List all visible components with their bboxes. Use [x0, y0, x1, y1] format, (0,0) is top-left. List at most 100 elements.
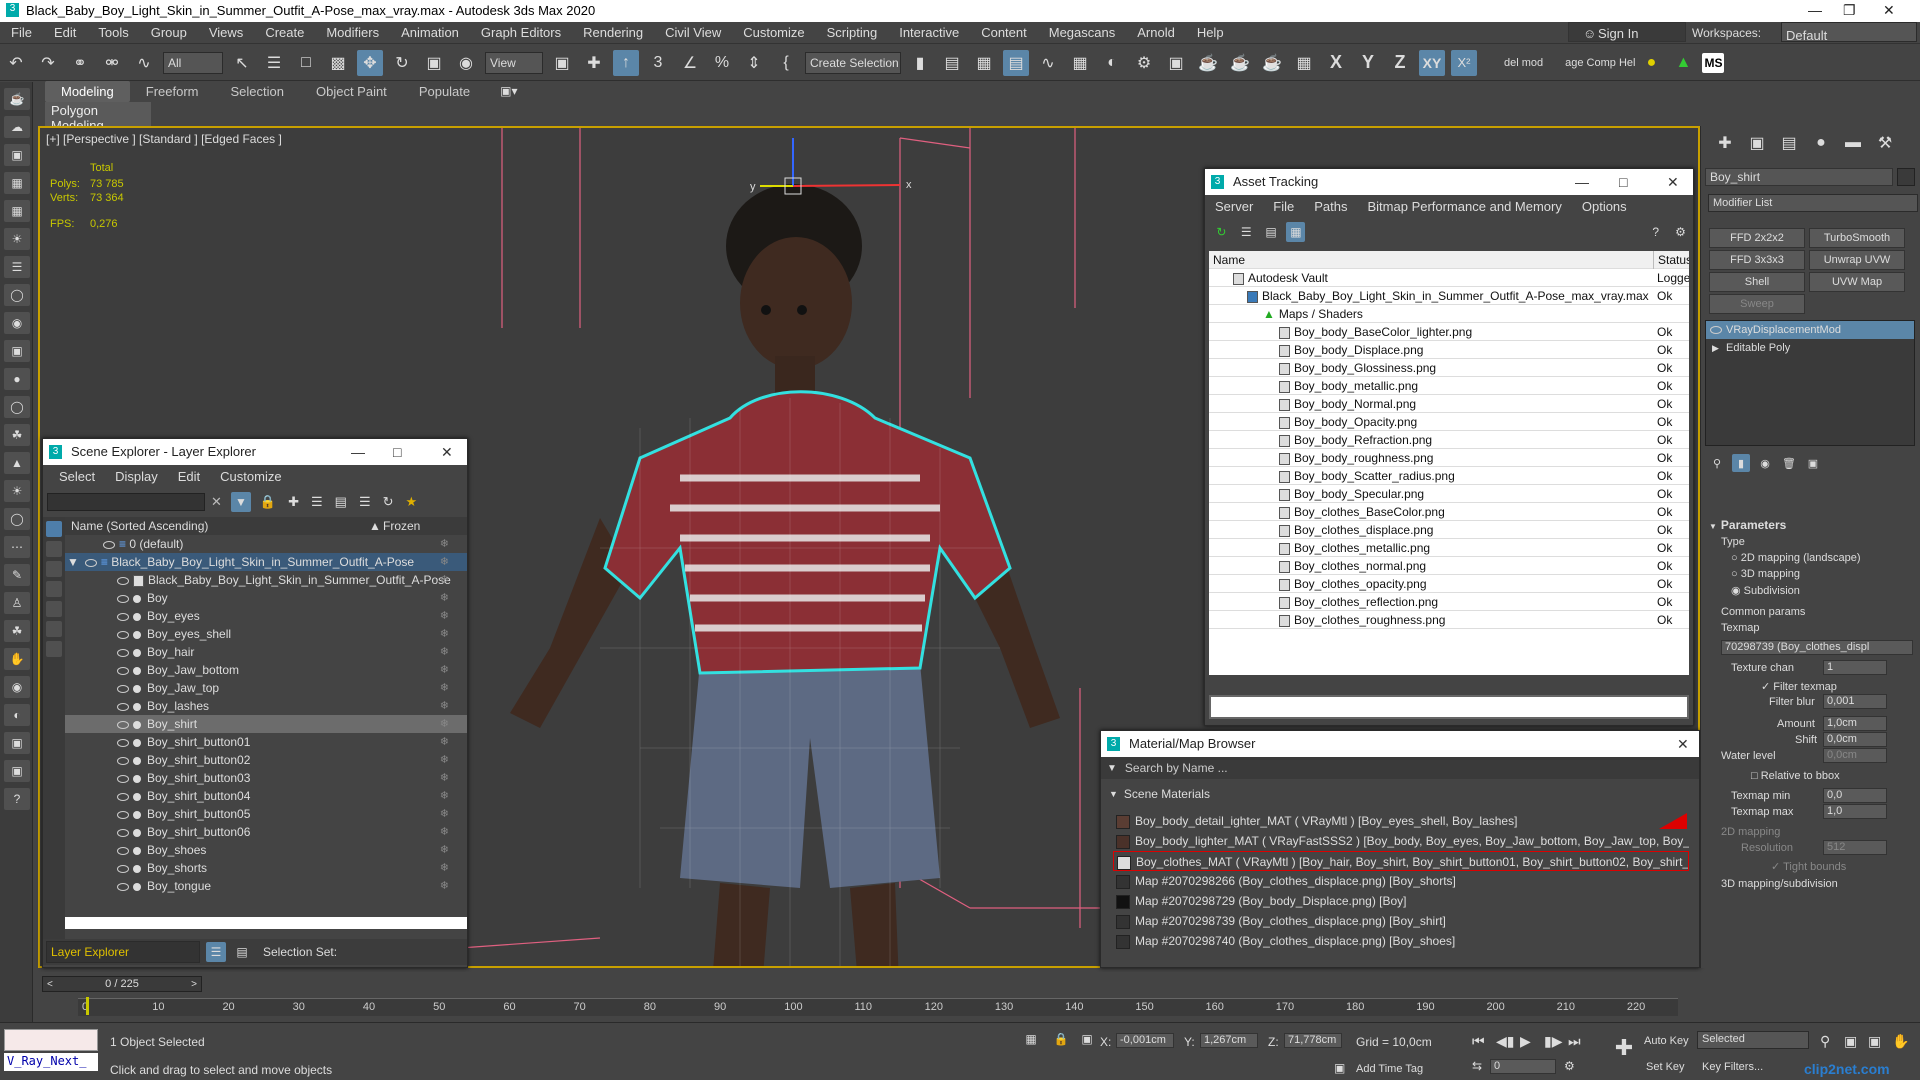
water-level-spinner[interactable]: 0,0cm	[1823, 748, 1887, 763]
refresh-icon[interactable]: ↻	[1212, 222, 1231, 242]
at-menu-file[interactable]: File	[1263, 196, 1304, 218]
lens-icon[interactable]: ◉	[4, 676, 30, 698]
visibility-icon[interactable]	[117, 594, 129, 603]
tab-freeform[interactable]: Freeform	[130, 81, 215, 102]
uvw-map-button[interactable]: UVW Map	[1809, 272, 1905, 292]
render-icon[interactable]: ☕	[1195, 50, 1221, 76]
ffd-3x3x3-button[interactable]: FFD 3x3x3	[1709, 250, 1805, 270]
add-layer-icon[interactable]: ✚	[288, 494, 299, 510]
percent-snap-icon[interactable]: %	[709, 50, 735, 76]
window-crossing-icon[interactable]: ▩	[325, 50, 351, 76]
stack-item[interactable]: ▶ Editable Poly	[1706, 339, 1914, 357]
schematic-view-icon[interactable]: ▦	[1067, 50, 1093, 76]
relative-bbox-checkbox[interactable]: □ Relative to bbox	[1751, 770, 1840, 782]
freeze-icon[interactable]: ❄	[440, 571, 449, 589]
freeze-icon[interactable]: ❄	[440, 679, 449, 697]
material-item[interactable]: Map #2070298729 (Boy_body_Displace.png) …	[1113, 891, 1689, 911]
visibility-icon[interactable]	[117, 612, 129, 621]
material-item[interactable]: Boy_body_lighter_MAT ( VRayFastSSS2 ) [B…	[1113, 831, 1689, 851]
freeze-icon[interactable]: ❄	[440, 733, 449, 751]
menu-scripting[interactable]: Scripting	[816, 22, 889, 44]
visibility-icon[interactable]	[103, 540, 115, 549]
axis-z-button[interactable]: Z	[1387, 50, 1413, 76]
selection-lock-icon[interactable]: 🔒	[1051, 1029, 1071, 1049]
help-icon[interactable]: ?	[1646, 222, 1665, 242]
maximize-icon[interactable]: □	[1619, 169, 1627, 195]
undo-icon[interactable]: ↶	[3, 50, 29, 76]
tree-item[interactable]: Boy_shorts ❄	[65, 859, 467, 877]
restore-icon[interactable]: ❐	[1843, 2, 1856, 19]
tree-item[interactable]: ≡ 0 (default) ❄	[65, 535, 467, 553]
expand-arrow-icon[interactable]: ▼	[67, 555, 79, 569]
selection-filter-dropdown[interactable]: All	[163, 51, 223, 74]
time-tag-icon[interactable]: ▣	[1334, 1061, 1345, 1075]
object-name-field[interactable]: Boy_shirt	[1705, 168, 1893, 186]
x-coord-field[interactable]: -0,001cm	[1116, 1033, 1174, 1048]
hand-icon[interactable]: ✋	[4, 648, 30, 670]
transform-mode-icon[interactable]: ▣	[1077, 1029, 1097, 1049]
render-setup-icon[interactable]: ⚙	[1131, 50, 1157, 76]
menu-views[interactable]: Views	[198, 22, 254, 44]
sync-icon[interactable]: ↻	[383, 494, 394, 510]
freeze-icon[interactable]: ❄	[440, 805, 449, 823]
ffd-2x2x2-button[interactable]: FFD 2x2x2	[1709, 228, 1805, 248]
display-shapes-icon[interactable]	[46, 561, 62, 577]
minimize-icon[interactable]: —	[351, 439, 365, 465]
asset-row[interactable]: Boy_clothes_roughness.png Ok	[1209, 611, 1689, 629]
megascans-icon[interactable]: ▲	[1670, 50, 1696, 76]
unlink-icon[interactable]: ⚮	[99, 50, 125, 76]
visibility-icon[interactable]	[117, 792, 129, 801]
place-icon[interactable]: ◉	[453, 50, 479, 76]
asset-row[interactable]: Boy_body_roughness.png Ok	[1209, 449, 1689, 467]
comp-help-button[interactable]: age Comp Hel	[1565, 57, 1635, 69]
asset-row[interactable]: Boy_clothes_displace.png Ok	[1209, 521, 1689, 539]
visibility-icon[interactable]	[117, 756, 129, 765]
asset-row[interactable]: Autodesk Vault Logge	[1209, 269, 1689, 287]
amount-spinner[interactable]: 1,0cm	[1823, 716, 1887, 731]
play-icon[interactable]: ▶	[1520, 1033, 1531, 1050]
menu-animation[interactable]: Animation	[390, 22, 470, 44]
menu-customize[interactable]: Customize	[732, 22, 815, 44]
figure-icon[interactable]: ♙	[4, 592, 30, 614]
set-keys-icon[interactable]: ✚	[1609, 1033, 1639, 1063]
tree-item[interactable]: Boy_eyes ❄	[65, 607, 467, 625]
ribbon-toggle-icon[interactable]: ▤	[1003, 49, 1029, 76]
minimize-icon[interactable]: —	[1575, 169, 1589, 195]
menu-tools[interactable]: Tools	[87, 22, 139, 44]
freeze-icon[interactable]: ❄	[440, 751, 449, 769]
at-menu-options[interactable]: Options	[1572, 196, 1637, 218]
texmap-min-spinner[interactable]: 0,0	[1823, 788, 1887, 803]
sun-icon[interactable]: ☀	[4, 480, 30, 502]
visibility-icon[interactable]	[117, 702, 129, 711]
render-small-icon[interactable]: ▣	[4, 760, 30, 782]
redo-icon[interactable]: ↷	[35, 50, 61, 76]
asset-row[interactable]: Boy_body_Displace.png Ok	[1209, 341, 1689, 359]
cone-icon[interactable]: ▲	[4, 452, 30, 474]
asset-row[interactable]: Black_Baby_Boy_Light_Skin_in_Summer_Outf…	[1209, 287, 1689, 305]
menu-graph-editors[interactable]: Graph Editors	[470, 22, 572, 44]
show-end-result-icon[interactable]: ▮	[1732, 454, 1750, 472]
align-icon[interactable]: ▤	[939, 50, 965, 76]
key-mode-dropdown[interactable]: Selected	[1697, 1031, 1809, 1049]
asset-row[interactable]: Boy_clothes_reflection.png Ok	[1209, 593, 1689, 611]
hierarchy-icon[interactable]: ▤	[335, 494, 347, 510]
at-menu-paths[interactable]: Paths	[1304, 196, 1357, 218]
material-item[interactable]: Boy_body_detail_ighter_MAT ( VRayMtl ) […	[1113, 811, 1689, 831]
tab-object-paint[interactable]: Object Paint	[300, 81, 403, 102]
resolution-spinner[interactable]: 512	[1823, 840, 1887, 855]
render-grid-icon[interactable]: ▦	[1291, 50, 1317, 76]
col-status-header[interactable]: Status	[1653, 251, 1689, 269]
select-by-name-icon[interactable]: ☰	[261, 50, 287, 76]
menu-create[interactable]: Create	[254, 22, 315, 44]
tab-selection[interactable]: Selection	[215, 81, 300, 102]
next-frame-icon[interactable]: >	[191, 979, 197, 990]
asset-row[interactable]: Boy_clothes_metallic.png Ok	[1209, 539, 1689, 557]
tree-item[interactable]: Boy_Jaw_top ❄	[65, 679, 467, 697]
freeze-icon[interactable]: ❄	[440, 715, 449, 733]
close-icon[interactable]: ✕	[1883, 2, 1895, 19]
motion-icon[interactable]: ◯	[4, 284, 30, 306]
tree-item[interactable]: Boy_Jaw_bottom ❄	[65, 661, 467, 679]
spinner-snap-icon[interactable]: ⇕	[741, 50, 767, 76]
bulb-icon[interactable]: ☀	[4, 228, 30, 250]
asset-row[interactable]: Boy_body_Refraction.png Ok	[1209, 431, 1689, 449]
